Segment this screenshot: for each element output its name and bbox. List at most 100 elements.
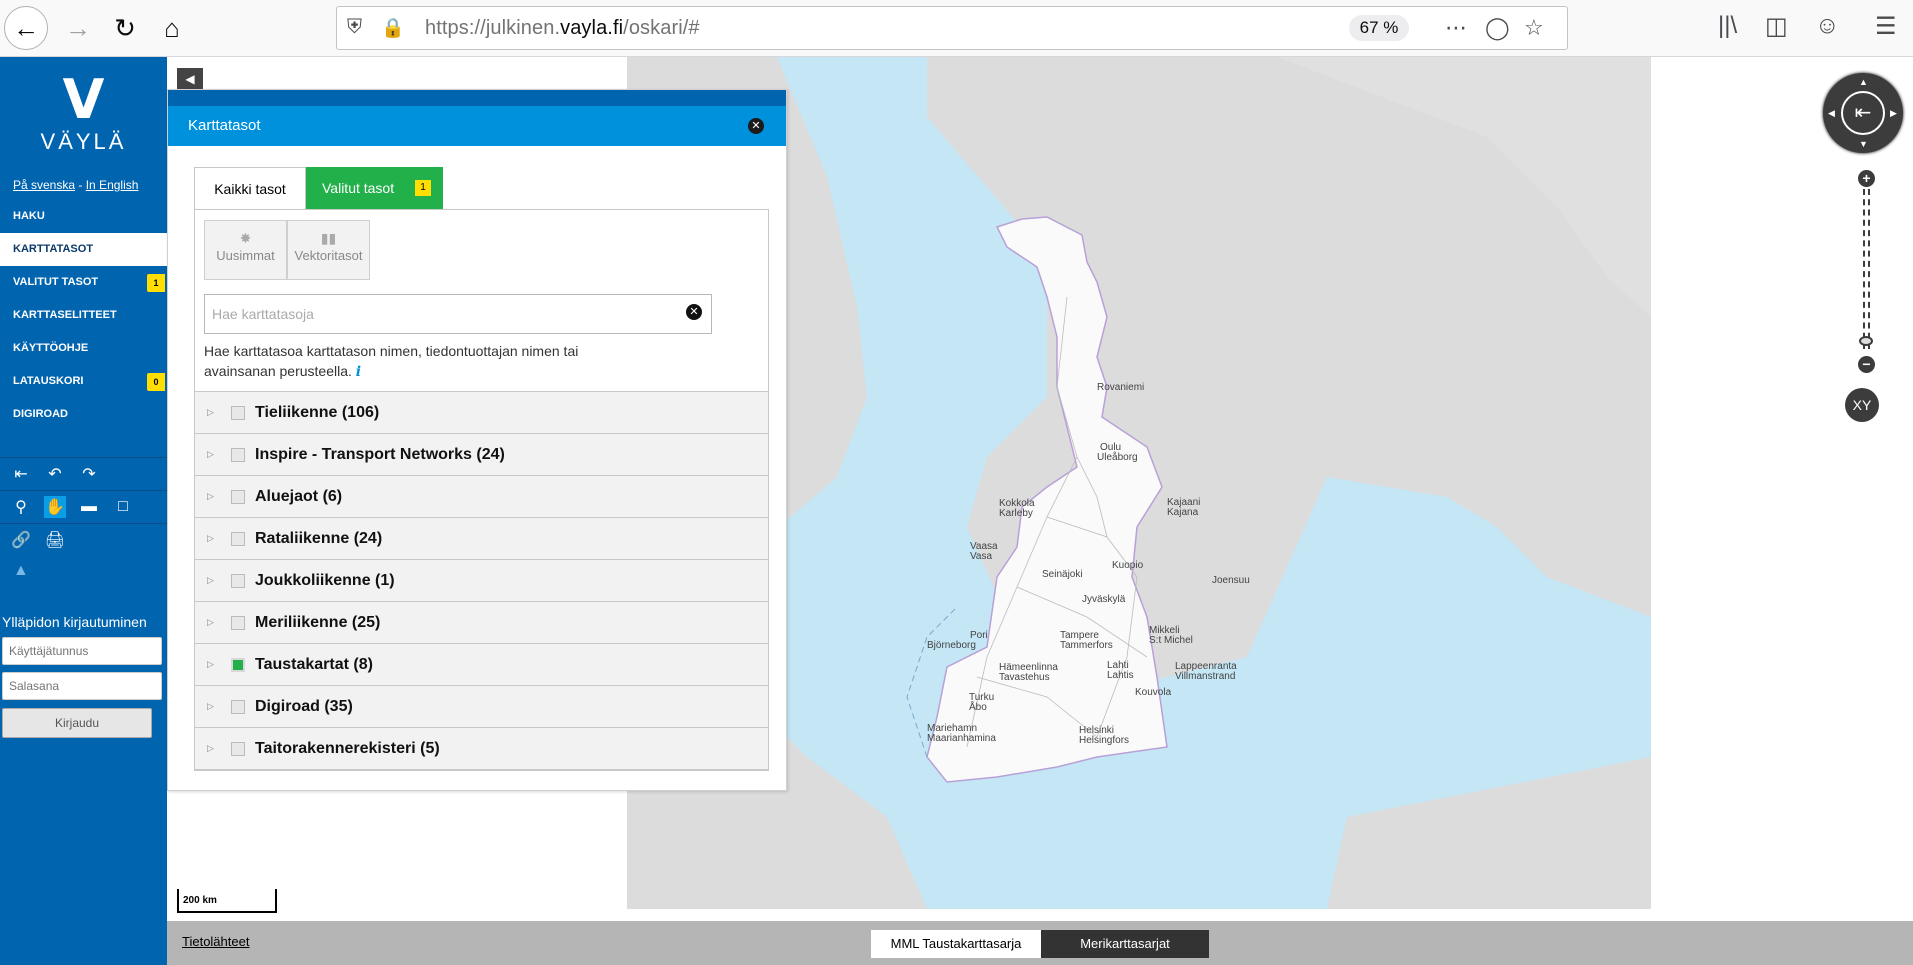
redo-icon[interactable]: ↷	[78, 463, 100, 485]
group-checkbox[interactable]	[231, 532, 245, 546]
menu-item-karttaselitteet[interactable]: KARTTASELITTEET	[0, 299, 167, 332]
expand-icon[interactable]: ▷	[207, 407, 214, 418]
layer-group[interactable]: ▷ Meriliikenne (25)	[195, 602, 768, 644]
zoom-out-icon[interactable]: −	[1858, 356, 1875, 373]
zoom-knob[interactable]	[1859, 336, 1873, 346]
undo-icon[interactable]: ↶	[44, 463, 66, 485]
layer-group[interactable]: ▷ Aluejaot (6)	[195, 476, 768, 518]
password-field[interactable]	[2, 672, 162, 700]
bg-mml-button[interactable]: MML Taustakarttasarja	[871, 930, 1041, 958]
account-icon[interactable]: ☺	[1815, 12, 1840, 40]
zoom-slider[interactable]: + −	[1858, 168, 1875, 376]
measure-line-icon[interactable]: ▬	[78, 496, 100, 518]
filter-newest-button[interactable]: ✸ Uusimmat	[204, 220, 287, 280]
city-label: Maarianhamina	[927, 733, 996, 744]
tab-selected-layers[interactable]: Valitut tasot 1	[306, 167, 443, 209]
pan-right-icon[interactable]: ▶	[1890, 108, 1897, 119]
menu-item-valitut-tasot[interactable]: VALITUT TASOT 1	[0, 266, 167, 299]
group-checkbox[interactable]	[231, 448, 245, 462]
menu-item-digiroad[interactable]: DIGIROAD	[0, 398, 167, 431]
menu-item-label: DIGIROAD	[13, 408, 68, 420]
group-checkbox[interactable]	[231, 658, 245, 672]
group-checkbox[interactable]	[231, 574, 245, 588]
layer-group[interactable]: ▷ Inspire - Transport Networks (24)	[195, 434, 768, 476]
link-icon[interactable]: 🔗	[10, 529, 32, 551]
expand-icon[interactable]: ▷	[207, 617, 214, 628]
collapse-flyout-button[interactable]: ◀	[177, 68, 203, 90]
username-field[interactable]	[2, 637, 162, 665]
menu-item-latauskori[interactable]: LATAUSKORI 0	[0, 365, 167, 398]
sidebar-toggle-icon[interactable]: ◫	[1765, 12, 1788, 41]
group-label: Tieliikenne (106)	[255, 404, 380, 421]
more-actions-icon[interactable]: ⋯	[1445, 15, 1467, 41]
map-layers-flyout: Karttatasot ✕ Kaikki tasot Valitut tasot…	[167, 89, 787, 791]
pan-up-icon[interactable]: ▲	[1859, 77, 1868, 87]
menu-item-haku[interactable]: HAKU	[0, 200, 167, 233]
pan-down-icon[interactable]: ▼	[1859, 139, 1868, 149]
lock-icon[interactable]: 🔒	[381, 16, 405, 40]
expand-icon[interactable]: ▷	[207, 575, 214, 586]
group-checkbox[interactable]	[231, 406, 245, 420]
zoom-in-icon[interactable]: +	[1858, 170, 1875, 187]
reset-map-icon[interactable]: ⇤	[1841, 91, 1885, 135]
layer-group[interactable]: ▷ Digiroad (35)	[195, 686, 768, 728]
menu-icon[interactable]: ☰	[1875, 12, 1897, 41]
close-icon[interactable]: ✕	[748, 118, 764, 134]
swedish-link[interactable]: På svenska	[13, 178, 75, 192]
print-icon[interactable]: 🖨	[44, 529, 66, 551]
expand-icon[interactable]: ▷	[207, 533, 214, 544]
map-bottom-bar: Tietolähteet MML Taustakarttasarja Merik…	[167, 921, 1913, 965]
layer-group[interactable]: ▷ Taitorakennerekisteri (5)	[195, 728, 768, 770]
measure-area-icon[interactable]: □	[112, 496, 134, 518]
pan-hand-icon[interactable]: ✋	[44, 496, 66, 518]
login-button[interactable]: Kirjaudu	[2, 708, 152, 738]
layer-group[interactable]: ▷ Taustakartat (8)	[195, 644, 768, 686]
home-icon[interactable]: ⌂	[150, 6, 194, 50]
layer-group[interactable]: ▷ Tieliikenne (106)	[195, 392, 768, 434]
group-checkbox[interactable]	[231, 490, 245, 504]
layer-group[interactable]: ▷ Rataliikenne (24)	[195, 518, 768, 560]
shield-icon[interactable]: ⛨	[347, 16, 362, 39]
expand-icon[interactable]: ▷	[207, 659, 214, 670]
pan-compass[interactable]: ▲ ▼ ◀ ▶ ⇤	[1823, 73, 1903, 153]
menu-item-kayttoohje[interactable]: KÄYTTÖOHJE	[0, 332, 167, 365]
english-link[interactable]: In English	[86, 178, 139, 192]
zoom-track[interactable]	[1863, 189, 1870, 349]
vayla-logo-mark: V	[62, 68, 105, 131]
layer-search-input[interactable]: Hae karttatasoja	[204, 294, 712, 334]
tab-all-layers[interactable]: Kaikki tasot	[194, 167, 306, 209]
clear-search-icon[interactable]: ✕	[686, 304, 702, 320]
url-text[interactable]: https://julkinen.vayla.fi/oskari/#	[425, 17, 700, 40]
expand-icon[interactable]: ▷	[207, 701, 214, 712]
menu-item-karttatasot[interactable]: KARTTATASOT	[0, 233, 167, 266]
reset-view-icon[interactable]: ⇤	[10, 463, 32, 485]
group-checkbox[interactable]	[231, 700, 245, 714]
coordinate-tool-button[interactable]: XY	[1845, 388, 1879, 422]
group-checkbox[interactable]	[231, 616, 245, 630]
expand-icon[interactable]: ▷	[207, 743, 214, 754]
forward-icon[interactable]: →	[56, 6, 100, 50]
library-icon[interactable]: ||\	[1718, 12, 1737, 40]
upload-icon[interactable]: ▲	[13, 562, 29, 580]
city-label: Kuopio	[1112, 560, 1144, 571]
data-sources-link[interactable]: Tietolähteet	[182, 934, 249, 949]
group-label: Taustakartat (8)	[255, 656, 373, 673]
filter-vector-button[interactable]: ▮▮ Vektoritasot	[287, 220, 370, 280]
reload-icon[interactable]: ↻	[103, 6, 147, 50]
pocket-icon[interactable]: ◯	[1485, 15, 1510, 41]
url-bar[interactable]: ⛨ 🔒 https://julkinen.vayla.fi/oskari/# 6…	[336, 6, 1568, 50]
bookmark-star-icon[interactable]: ☆	[1524, 15, 1544, 41]
newest-icon: ✸	[239, 230, 252, 246]
group-checkbox[interactable]	[231, 742, 245, 756]
expand-icon[interactable]: ▷	[207, 449, 214, 460]
selected-layers-badge: 1	[147, 274, 165, 292]
layer-group[interactable]: ▷ Joukkoliikenne (1)	[195, 560, 768, 602]
back-icon[interactable]: ←	[4, 6, 48, 50]
history-tools: ⇤ ↶ ↷	[0, 457, 167, 490]
expand-icon[interactable]: ▷	[207, 491, 214, 502]
zoom-box-icon[interactable]: ⚲	[10, 496, 32, 518]
pan-left-icon[interactable]: ◀	[1828, 108, 1835, 119]
bg-meri-button[interactable]: Merikarttasarjat	[1041, 930, 1209, 958]
info-icon[interactable]: i	[356, 364, 361, 380]
zoom-level-badge[interactable]: 67 %	[1349, 15, 1409, 41]
